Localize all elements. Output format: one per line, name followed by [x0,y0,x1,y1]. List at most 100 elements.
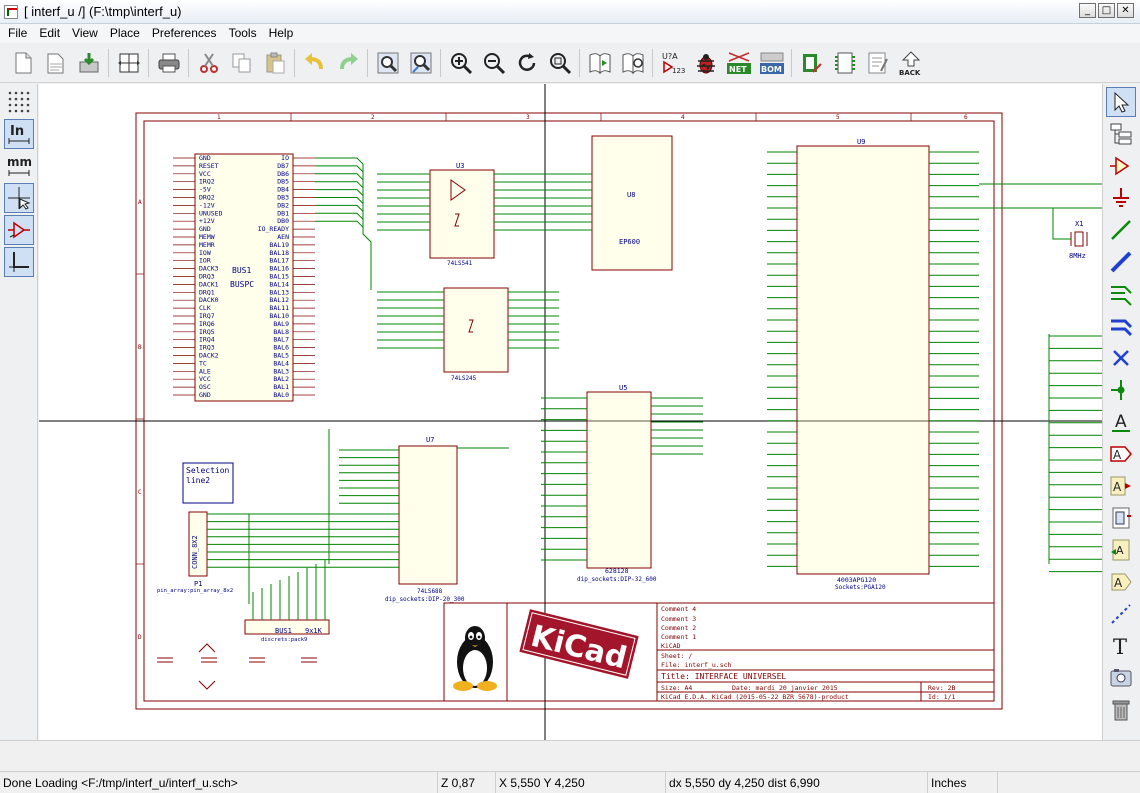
bus-right-pin-label: BAL19 [269,241,289,249]
orthogonal-lines-button[interactable] [4,247,34,277]
bus-to-bus-entry-button[interactable] [1106,311,1136,341]
bus-left-pin-label: DRQ2 [199,194,215,202]
zoom-in-button[interactable] [446,48,475,78]
bus-left-pin-label: IOR [199,257,211,265]
bus-right-pin-label: BAL10 [269,312,289,320]
dashed-line-icon [1111,604,1131,624]
hierarchical-label-button[interactable]: A [1106,471,1136,501]
junction-button[interactable] [1106,375,1136,405]
add-sheet-pin-button[interactable]: A [1106,567,1136,597]
back-annotate-button[interactable]: BACK [896,48,925,78]
undo-button[interactable] [300,48,329,78]
svg-text:BOM: BOM [761,65,782,74]
global-label-button[interactable]: A [1106,439,1136,469]
bus-left-pin-label: IRQ4 [199,336,215,344]
add-text-button[interactable]: T [1106,631,1136,661]
copy-button[interactable] [227,48,256,78]
wire-icon [1111,220,1131,240]
toolbar-separator [188,48,189,77]
new-schematic-button[interactable] [8,48,37,78]
bus-left-pin-label: MEMW [199,233,215,241]
bus-right-pin-label: BAL0 [273,391,289,399]
grid-toggle-button[interactable] [4,87,34,117]
menu-place[interactable]: Place [104,24,146,43]
svg-text:U?A: U?A [662,52,678,61]
svg-text:123: 123 [672,67,685,75]
bom-button[interactable]: BOM [757,48,786,78]
netlist-button[interactable]: NET [724,48,753,78]
zoom-out-button[interactable] [479,48,508,78]
add-wire-button[interactable] [1106,215,1136,245]
add-component-button[interactable] [1106,151,1136,181]
hierarchy-navigator-button[interactable] [585,48,614,78]
zoom-fit-button[interactable] [545,48,574,78]
select-tool-button[interactable] [1106,87,1136,117]
u7-footprint: dip_sockets:DIP-20_300 [385,596,465,603]
bus1-connector: GNDRESETVCCIRQ2-5VDRQ2-12VUNUSED+12VGNDM… [173,153,315,402]
menu-help[interactable]: Help [263,24,300,43]
minimize-button[interactable]: _ [1079,3,1096,18]
border-letter-a: A [138,199,142,206]
net-label-button[interactable]: A [1106,407,1136,437]
bus-left-pin-label: GND [199,225,211,233]
add-graphic-line-button[interactable] [1106,599,1136,629]
message-panel [0,740,1140,771]
menu-view[interactable]: View [66,24,104,43]
add-sheet-button[interactable] [1106,503,1136,533]
add-bus-button[interactable] [1106,247,1136,277]
redraw-button[interactable] [512,48,541,78]
window-controls: _ □ ✕ [1079,3,1134,18]
menu-preferences[interactable]: Preferences [146,24,223,43]
paste-button[interactable] [260,48,289,78]
right-tools-toolbar: A A A A A T [1102,84,1140,740]
redo-button[interactable] [333,48,362,78]
hidden-pins-button[interactable] [4,215,34,245]
close-button[interactable]: ✕ [1117,3,1134,18]
find-button[interactable] [373,48,402,78]
add-power-button[interactable] [1106,183,1136,213]
library-editor-button[interactable] [618,48,647,78]
cut-button[interactable] [194,48,223,78]
u4-value: 74LS245 [451,375,477,382]
bus-right-pin-label: BAL9 [273,320,289,328]
save-project-button[interactable] [74,48,103,78]
p1-value: CONN_8X2 [191,535,199,569]
bus-icon [1110,251,1132,273]
cvpcb-button[interactable] [797,48,826,78]
wire-to-bus-entry-button[interactable] [1106,279,1136,309]
tb-rev: Rev: 2B [928,684,955,692]
netlist-icon: NET [726,51,751,74]
page-settings-button[interactable] [114,48,143,78]
import-sheet-pin-button[interactable]: A [1106,535,1136,565]
pcbnew-button[interactable] [863,48,892,78]
open-schematic-button[interactable] [41,48,70,78]
find-replace-button[interactable] [406,48,435,78]
footprint-editor-button[interactable] [830,48,859,78]
units-mm-button[interactable]: mm [4,151,34,181]
print-button[interactable] [154,48,183,78]
menu-tools[interactable]: Tools [223,24,263,43]
annotate-button[interactable]: U?A 123 [658,48,687,78]
bus-right-pin-label: DB6 [277,170,289,178]
wire-databus [315,204,364,212]
maximize-button[interactable]: □ [1098,3,1115,18]
schematic-canvas[interactable]: 1 2 3 4 5 6 A B C D GND RESET VCC IRQ2 -5V DR… [39,84,1102,740]
erc-button[interactable] [691,48,720,78]
u5-ref: U5 [619,384,627,392]
no-connect-button[interactable] [1106,343,1136,373]
svg-text:A: A [1113,448,1122,462]
add-image-button[interactable] [1106,663,1136,693]
bus-right-pin-label: DB1 [277,209,289,217]
bus-left-pin-label: DRQ3 [199,273,215,281]
svg-text:A: A [1113,480,1122,494]
menu-file[interactable]: File [2,24,33,43]
delete-item-button[interactable] [1106,695,1136,725]
global-label-icon: A [1110,446,1132,462]
menu-edit[interactable]: Edit [33,24,66,43]
cursor-shape-button[interactable] [4,183,34,213]
tb-comment1: Comment 1 [661,633,696,641]
selection-label-box[interactable]: Selection line2 [182,462,234,504]
units-inches-button[interactable]: In [4,119,34,149]
hierarchy-tool-button[interactable] [1106,119,1136,149]
grid-icon [8,91,30,113]
